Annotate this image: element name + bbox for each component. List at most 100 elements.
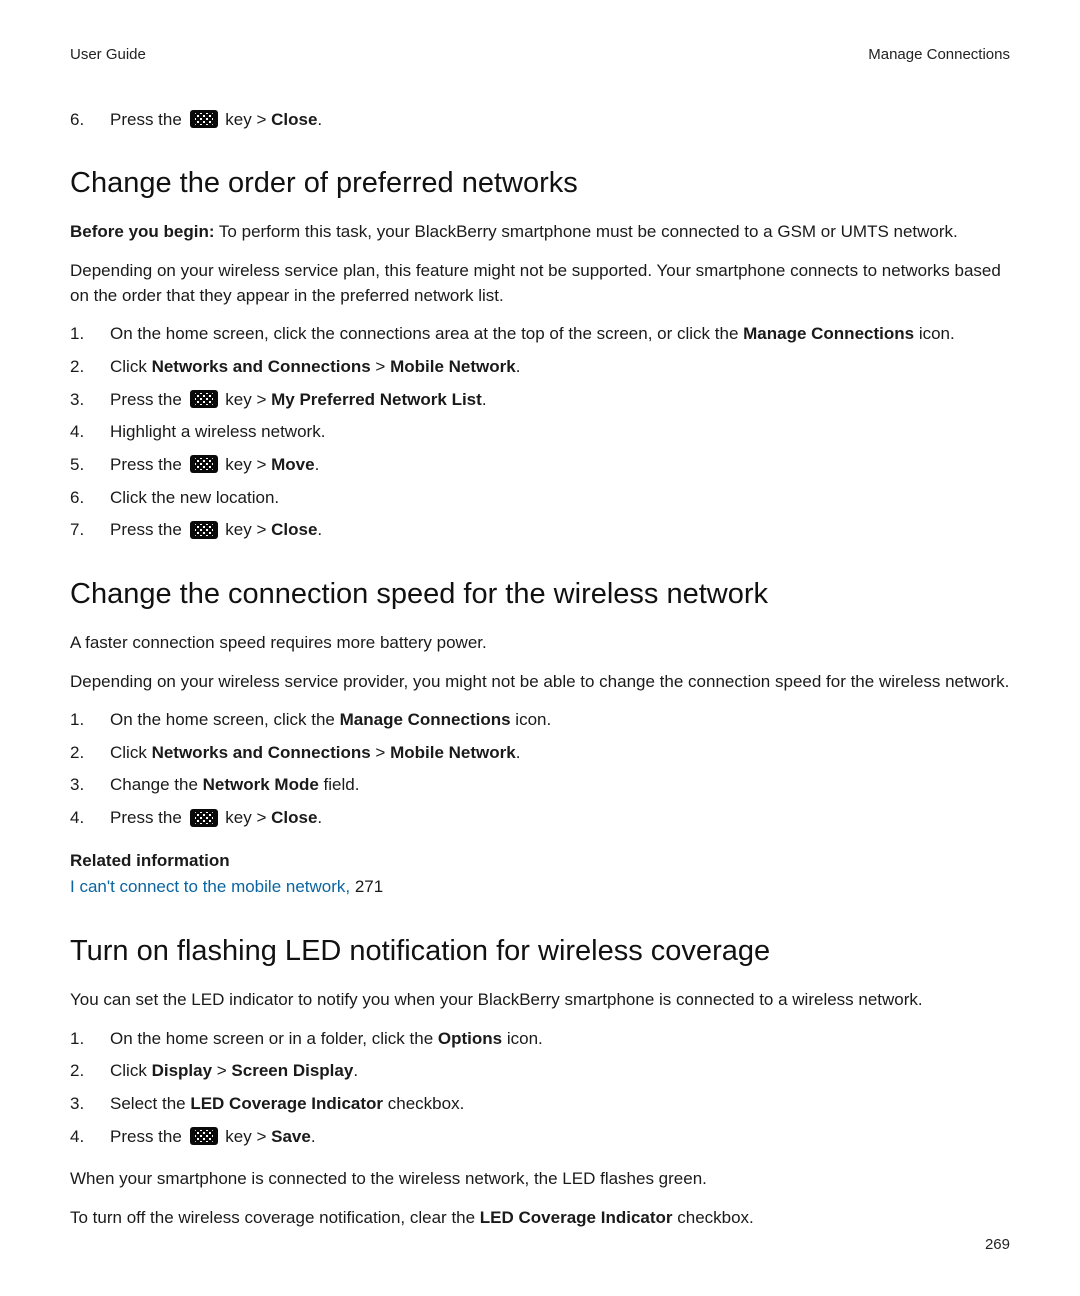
step-item: Change the Network Mode field. — [70, 773, 1010, 798]
before-label: Before you begin: — [70, 222, 215, 241]
section-heading: Change the connection speed for the wire… — [70, 573, 1010, 615]
section2-steps: On the home screen, click the Manage Con… — [70, 708, 1010, 831]
step-text: . — [317, 520, 322, 539]
step-item: Press the key > Close. — [70, 518, 1010, 543]
step-text: key > — [225, 390, 271, 409]
step-text: > — [212, 1061, 231, 1080]
step-item: Click Networks and Connections > Mobile … — [70, 741, 1010, 766]
step-text: > — [371, 743, 390, 762]
header-left: User Guide — [70, 44, 146, 66]
step-text: On the home screen, click the connection… — [110, 324, 743, 343]
step-text: key > — [225, 110, 271, 129]
step-text: . — [516, 357, 521, 376]
section-paragraph: To turn off the wireless coverage notifi… — [70, 1206, 1010, 1231]
step-item: Press the key > Move. — [70, 453, 1010, 478]
step-bold: Display — [152, 1061, 212, 1080]
step-text: icon. — [511, 710, 552, 729]
step-item: Click Display > Screen Display. — [70, 1059, 1010, 1084]
section-paragraph: You can set the LED indicator to notify … — [70, 988, 1010, 1013]
blackberry-key-icon — [190, 390, 218, 408]
related-info-heading: Related information — [70, 849, 1010, 874]
page-number: 269 — [985, 1234, 1010, 1256]
step-text: Press the — [110, 808, 182, 827]
step-bold: Options — [438, 1029, 502, 1048]
step-text: On the home screen or in a folder, click… — [110, 1029, 438, 1048]
step-text: key > — [225, 520, 271, 539]
step-text: On the home screen, click the — [110, 710, 340, 729]
step-text: Press the — [110, 455, 182, 474]
step-text: field. — [319, 775, 360, 794]
related-page-ref: 271 — [350, 877, 383, 896]
step-action: Close — [271, 110, 317, 129]
paragraph-text: To turn off the wireless coverage notifi… — [70, 1208, 480, 1227]
step-text: Press the — [110, 390, 182, 409]
step-text: icon. — [502, 1029, 543, 1048]
step-item: Click Networks and Connections > Mobile … — [70, 355, 1010, 380]
intro-steps: Press the key > Close. — [70, 108, 1010, 133]
step-text: > — [371, 357, 390, 376]
section-heading: Change the order of preferred networks — [70, 162, 1010, 204]
step-item: On the home screen, click the connection… — [70, 322, 1010, 347]
step-bold: Screen Display — [231, 1061, 353, 1080]
step-bold: Mobile Network — [390, 357, 516, 376]
step-text: Click — [110, 1061, 152, 1080]
step-bold: Move — [271, 455, 314, 474]
step-text: . — [482, 390, 487, 409]
blackberry-key-icon — [190, 1127, 218, 1145]
step-text: . — [353, 1061, 358, 1080]
step-bold: Mobile Network — [390, 743, 516, 762]
step-bold: Network Mode — [203, 775, 319, 794]
step-text: . — [315, 455, 320, 474]
step-text: key > — [225, 808, 271, 827]
step-item: Click the new location. — [70, 486, 1010, 511]
step-bold: Close — [271, 520, 317, 539]
before-text: To perform this task, your BlackBerry sm… — [215, 222, 958, 241]
page-header: User Guide Manage Connections — [70, 44, 1010, 66]
step-item: Press the key > Save. — [70, 1125, 1010, 1150]
step-text: Select the — [110, 1094, 190, 1113]
step-bold: Networks and Connections — [152, 357, 371, 376]
paragraph-bold: LED Coverage Indicator — [480, 1208, 673, 1227]
related-link[interactable]: I can't connect to the mobile network, — [70, 877, 350, 896]
step-text: Press the — [110, 110, 182, 129]
step-text: icon. — [914, 324, 955, 343]
section-paragraph: A faster connection speed requires more … — [70, 631, 1010, 656]
step-text: . — [311, 1127, 316, 1146]
step-text: Change the — [110, 775, 203, 794]
blackberry-key-icon — [190, 521, 218, 539]
step-bold: Manage Connections — [743, 324, 914, 343]
page: User Guide Manage Connections Press the … — [0, 0, 1080, 1296]
section-paragraph: Depending on your wireless service provi… — [70, 670, 1010, 695]
step-text: Click — [110, 357, 152, 376]
related-info-line: I can't connect to the mobile network, 2… — [70, 875, 1010, 900]
step-text: . — [317, 808, 322, 827]
paragraph-text: checkbox. — [673, 1208, 754, 1227]
blackberry-key-icon — [190, 455, 218, 473]
step-bold: My Preferred Network List — [271, 390, 482, 409]
step-item: Highlight a wireless network. — [70, 420, 1010, 445]
step-item: Press the key > Close. — [70, 108, 1010, 133]
step-bold: Save — [271, 1127, 311, 1146]
step-text: key > — [225, 1127, 271, 1146]
blackberry-key-icon — [190, 809, 218, 827]
step-text: Press the — [110, 520, 182, 539]
step-text: checkbox. — [383, 1094, 464, 1113]
header-right: Manage Connections — [868, 44, 1010, 66]
step-bold: LED Coverage Indicator — [190, 1094, 383, 1113]
step-item: On the home screen or in a folder, click… — [70, 1027, 1010, 1052]
section3-steps: On the home screen or in a folder, click… — [70, 1027, 1010, 1150]
step-bold: Close — [271, 808, 317, 827]
step-item: Press the key > My Preferred Network Lis… — [70, 388, 1010, 413]
step-text: . — [317, 110, 322, 129]
step-text: key > — [225, 455, 271, 474]
step-item: On the home screen, click the Manage Con… — [70, 708, 1010, 733]
blackberry-key-icon — [190, 110, 218, 128]
step-bold: Networks and Connections — [152, 743, 371, 762]
step-item: Select the LED Coverage Indicator checkb… — [70, 1092, 1010, 1117]
section1-steps: On the home screen, click the connection… — [70, 322, 1010, 542]
step-text: Click — [110, 743, 152, 762]
step-text: . — [516, 743, 521, 762]
step-bold: Manage Connections — [340, 710, 511, 729]
section-heading: Turn on flashing LED notification for wi… — [70, 930, 1010, 972]
section-paragraph: When your smartphone is connected to the… — [70, 1167, 1010, 1192]
